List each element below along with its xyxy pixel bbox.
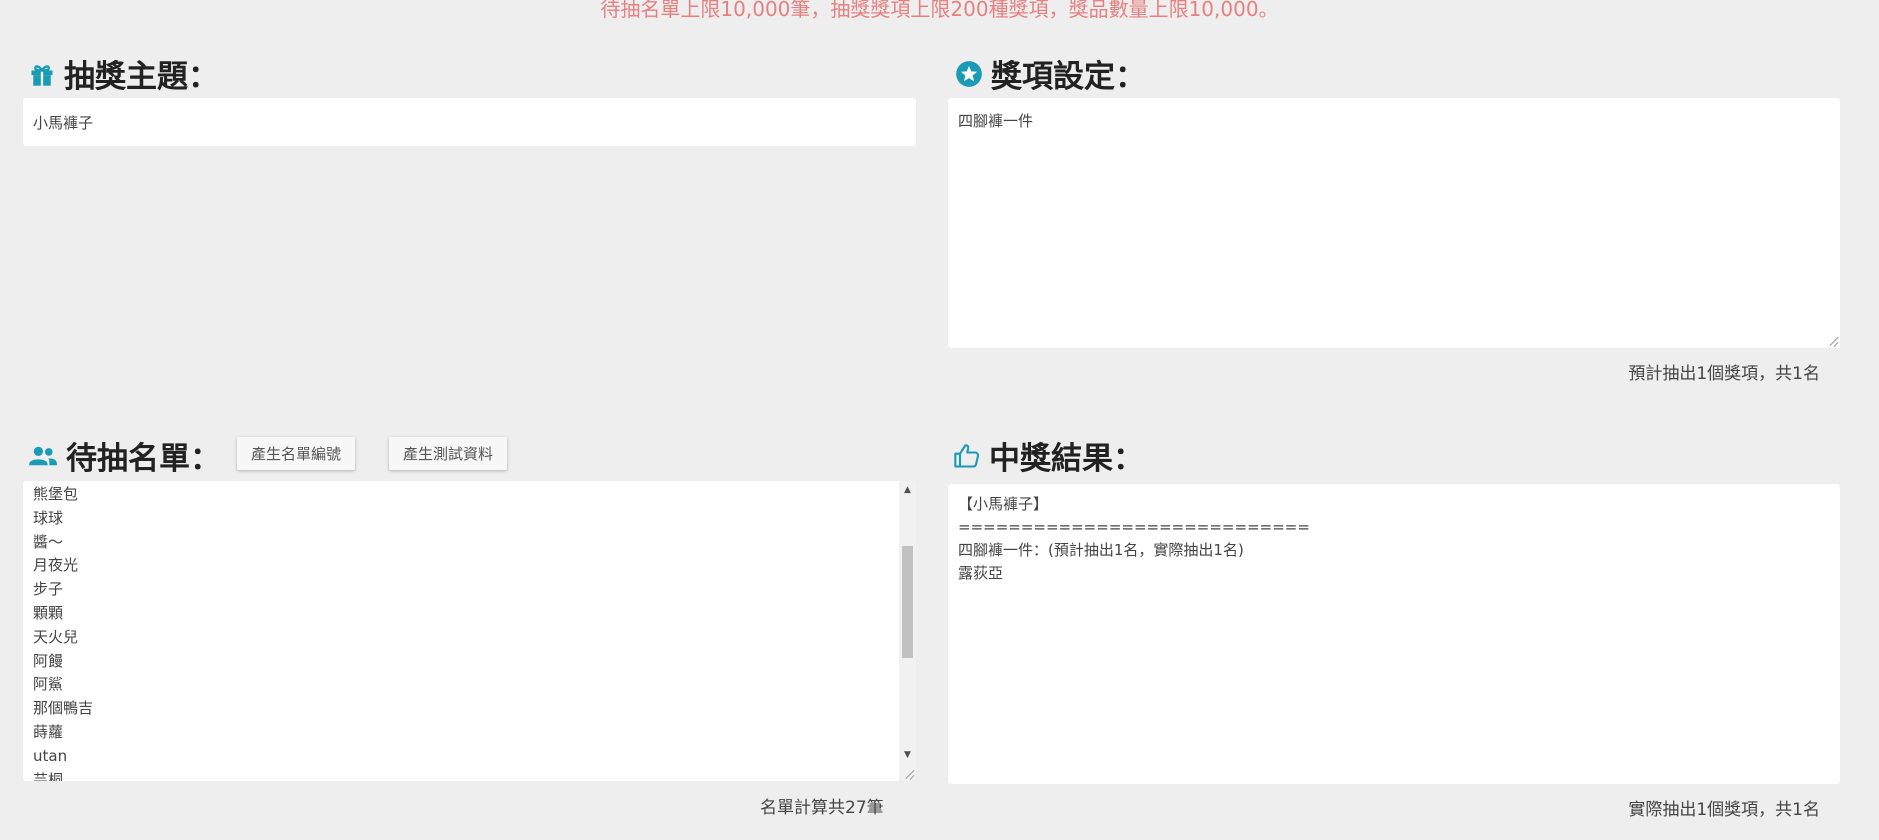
prize-title: 獎項設定：: [991, 59, 1146, 95]
result-line: 四腳褲一件：(預計抽出1名，實際抽出1名): [958, 541, 1244, 559]
limits-notice: 待抽名單上限10,000筆，抽獎獎項上限200種獎項，獎品數量上限10,000。: [600, 0, 1279, 21]
result-title: 中獎結果：: [989, 441, 1144, 477]
resize-handle[interactable]: [904, 769, 914, 779]
list-item: 天火兒: [33, 627, 79, 646]
result-line: 【小馬褲子】: [958, 495, 1049, 513]
users-icon: [28, 442, 58, 470]
prize-heading: 獎項設定：: [955, 51, 1146, 96]
prize-textarea[interactable]: 四腳褲一件: [948, 98, 1840, 348]
list-item: 醬～: [33, 532, 64, 551]
names-textarea[interactable]: 熊堡包 球球 醬～ 月夜光 步子 顆顆 天火兒 阿饅 阿鯊 那個鴨吉 蒔蘿 ut…: [23, 481, 916, 781]
theme-title: 抽獎主題：: [64, 59, 219, 95]
result-textarea[interactable]: 【小馬褲子】 ============================ 四腳褲一…: [948, 484, 1840, 784]
resize-handle[interactable]: [1828, 336, 1838, 346]
result-line: 露荻亞: [958, 564, 1004, 582]
names-scrollbar[interactable]: ▲ ▼: [899, 481, 916, 781]
list-item: 月夜光: [33, 556, 79, 575]
scroll-up-icon[interactable]: ▲: [899, 481, 916, 498]
result-line: ============================: [958, 518, 1310, 536]
list-item: 阿饅: [33, 651, 64, 670]
scroll-thumb[interactable]: [902, 546, 913, 658]
theme-input[interactable]: 小馬褲子: [23, 98, 916, 146]
names-heading: 待抽名單：: [28, 433, 221, 478]
result-heading: 中獎結果：: [953, 433, 1144, 478]
list-item: 阿鯊: [33, 675, 64, 694]
list-item: utan: [33, 746, 68, 765]
generate-ids-button[interactable]: 產生名單編號: [237, 437, 356, 470]
names-count: 名單計算共27筆: [760, 798, 884, 818]
list-item: 那個鴨吉: [33, 699, 94, 718]
prize-value: 四腳褲一件: [958, 112, 1034, 130]
list-item: 熊堡包: [33, 485, 79, 503]
list-item: 蒔蘿: [33, 722, 64, 741]
star-circle-icon: [955, 60, 983, 88]
list-item: 步子: [33, 580, 64, 599]
list-item: 球球: [33, 508, 64, 527]
scroll-down-icon[interactable]: ▼: [899, 746, 916, 763]
prize-summary: 預計抽出1個獎項，共1名: [1628, 364, 1820, 384]
list-item: 芸桐: [33, 770, 64, 781]
names-list: 熊堡包 球球 醬～ 月夜光 步子 顆顆 天火兒 阿饅 阿鯊 那個鴨吉 蒔蘿 ut…: [23, 481, 916, 781]
names-title: 待抽名單：: [66, 441, 221, 477]
thumbs-up-icon: [953, 442, 981, 470]
theme-heading: 抽獎主題：: [28, 51, 219, 96]
result-summary: 實際抽出1個獎項，共1名: [1628, 800, 1820, 820]
gift-icon: [28, 60, 56, 88]
generate-test-data-button[interactable]: 產生測試資料: [389, 437, 508, 470]
list-item: 顆顆: [33, 603, 64, 622]
